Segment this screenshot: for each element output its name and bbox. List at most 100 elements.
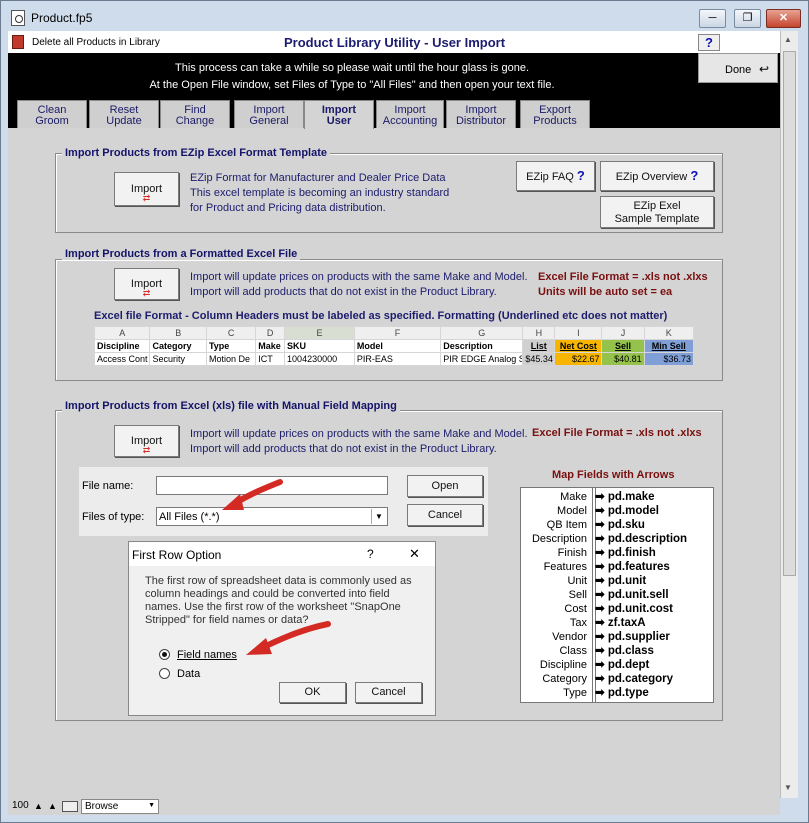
- tab-label: Distributor: [455, 115, 507, 127]
- map-fields-title: Map Fields with Arrows: [552, 469, 675, 481]
- map-field-row[interactable]: Type ➡ pd.type: [521, 686, 691, 700]
- formatted-group-label: Import Products from a Formatted Excel F…: [62, 248, 301, 260]
- map-arrow-icon: ➡: [595, 673, 608, 685]
- tab-import-user[interactable]: Import User: [304, 100, 374, 129]
- tab-export-products[interactable]: Export Products: [520, 100, 590, 128]
- formatted-line: Import will add products that do not exi…: [190, 286, 497, 298]
- map-target-label: zf.taxA: [607, 617, 646, 629]
- tab-import-distributor[interactable]: Import Distributor: [446, 100, 516, 128]
- red-arrow-annotation: [222, 479, 283, 510]
- map-arrow-icon: ➡: [595, 575, 608, 587]
- map-arrow-icon: ➡: [595, 491, 608, 503]
- map-target-field: ➡ pd.finish: [591, 546, 691, 560]
- map-field-row[interactable]: Category ➡ pd.category: [521, 672, 691, 686]
- open-cancel-button[interactable]: Cancel: [407, 504, 483, 526]
- delete-all-products-button[interactable]: Delete all Products in Library: [32, 37, 160, 48]
- formatted-description: Import will update prices on products wi…: [190, 270, 528, 300]
- column-letter: G: [440, 326, 524, 340]
- formatted-import-button[interactable]: Import ⇄: [114, 268, 179, 300]
- map-arrow-icon: ➡: [595, 533, 608, 545]
- map-target-field: ➡ pd.make: [591, 490, 691, 504]
- vertical-scrollbar[interactable]: ▲ ▼: [780, 31, 798, 798]
- done-button[interactable]: Done ↩: [698, 53, 778, 83]
- map-source-field: Vendor: [552, 631, 587, 643]
- map-target-field: ➡ pd.type: [591, 686, 691, 700]
- status-toggle-icon[interactable]: [62, 801, 78, 812]
- map-source-field: Category: [542, 673, 587, 685]
- mode-select[interactable]: Browse ▼: [81, 799, 159, 814]
- red-arrow-annotation: [246, 621, 331, 655]
- format-line: Excel File Format = .xls not .xlxs: [538, 271, 708, 283]
- map-source-field: Features: [543, 561, 587, 573]
- data-cell: $40.81: [601, 352, 645, 366]
- column-letter: E: [284, 326, 355, 340]
- ezip-import-button[interactable]: Import ⇄: [114, 172, 179, 206]
- tab-label: Accounting: [382, 115, 438, 127]
- map-source-field: Discipline: [539, 659, 587, 671]
- ezip-faq-button[interactable]: EZip FAQ ?: [516, 161, 595, 191]
- tab-reset-update[interactable]: Reset Update: [89, 100, 159, 128]
- dialog-close-button[interactable]: ✕: [409, 546, 420, 562]
- chevron-down-icon: ▼: [371, 509, 386, 524]
- tab-label: Update: [106, 115, 142, 127]
- format-line: Units will be auto set = ea: [538, 286, 673, 298]
- map-target-label: pd.finish: [607, 547, 656, 559]
- formatted-format-note: Excel File Format = .xls not .xlxs Units…: [538, 270, 708, 300]
- trash-icon[interactable]: [12, 35, 24, 49]
- excel-sample-table: A B C D E F G H I J K Discipline Categor…: [93, 326, 695, 366]
- header-cell: Sell: [601, 339, 645, 353]
- tab-find-change[interactable]: Find Change: [160, 100, 230, 128]
- map-field-row[interactable]: Sell ➡ pd.unit.sell: [521, 588, 691, 602]
- manual-import-button[interactable]: Import ⇄: [114, 425, 179, 457]
- ezip-overview-button[interactable]: EZip Overview ?: [600, 161, 714, 191]
- map-field-row[interactable]: Tax ➡ zf.taxA: [521, 616, 691, 630]
- dialog-title-bar: First Row Option ? ✕: [129, 542, 435, 566]
- scroll-down-icon[interactable]: ▼: [784, 783, 792, 792]
- column-letter: K: [643, 326, 695, 340]
- map-field-row[interactable]: Unit ➡ pd.unit: [521, 574, 691, 588]
- page-title: Product Library Utility - User Import: [284, 35, 506, 50]
- restore-button[interactable]: ❐: [734, 9, 761, 28]
- map-field-row[interactable]: Description ➡ pd.description: [521, 532, 691, 546]
- map-target-field: ➡ pd.model: [591, 504, 691, 518]
- zoom-in-icon[interactable]: ▲: [48, 801, 57, 811]
- map-arrow-icon: ➡: [595, 547, 608, 559]
- map-field-row[interactable]: Vendor ➡ pd.supplier: [521, 630, 691, 644]
- tab-import-general[interactable]: Import General: [234, 100, 304, 128]
- data-option[interactable]: Data: [159, 666, 289, 682]
- dialog-cancel-button[interactable]: Cancel: [355, 682, 422, 703]
- map-field-row[interactable]: Finish ➡ pd.finish: [521, 546, 691, 560]
- zoom-level[interactable]: 100: [12, 800, 29, 811]
- map-field-row[interactable]: QB Item ➡ pd.sku: [521, 518, 691, 532]
- data-row: Access Cont Security Motion De ICT 10042…: [93, 352, 695, 366]
- header-cell: Discipline: [93, 339, 151, 353]
- minimize-button[interactable]: ─: [699, 9, 726, 28]
- ezip-sample-template-button[interactable]: EZip Exel Sample Template: [600, 196, 714, 228]
- dialog-ok-button[interactable]: OK: [279, 682, 346, 703]
- map-field-row[interactable]: Cost ➡ pd.unit.cost: [521, 602, 691, 616]
- question-icon: ?: [576, 168, 585, 183]
- map-arrow-icon: ➡: [595, 631, 608, 643]
- map-arrow-icon: ➡: [595, 589, 608, 601]
- map-field-row[interactable]: Make ➡ pd.make: [521, 490, 691, 504]
- scroll-thumb[interactable]: [783, 51, 796, 576]
- map-field-row[interactable]: Class ➡ pd.class: [521, 644, 691, 658]
- zoom-out-icon[interactable]: ▲: [34, 801, 43, 811]
- scroll-up-icon[interactable]: ▲: [784, 35, 792, 44]
- map-field-row[interactable]: Features ➡ pd.features: [521, 560, 691, 574]
- map-target-label: pd.sku: [607, 519, 645, 531]
- map-field-row[interactable]: Model ➡ pd.model: [521, 504, 691, 518]
- map-field-row[interactable]: Discipline ➡ pd.dept: [521, 658, 691, 672]
- close-window-button[interactable]: ✕: [766, 9, 801, 28]
- tab-clean-groom[interactable]: Clean Groom: [17, 100, 87, 128]
- open-button[interactable]: Open: [407, 475, 483, 497]
- tab-import-accounting[interactable]: Import Accounting: [376, 100, 444, 128]
- help-button[interactable]: ?: [698, 34, 720, 51]
- map-target-label: pd.model: [607, 505, 659, 517]
- column-letter: J: [601, 326, 645, 340]
- map-arrow-icon: ➡: [595, 645, 608, 657]
- column-header-note: Excel file Format - Column Headers must …: [94, 310, 668, 322]
- radio-checked-icon: [159, 649, 170, 660]
- file-name-label: File name:: [82, 480, 134, 492]
- dialog-help-button[interactable]: ?: [367, 547, 374, 561]
